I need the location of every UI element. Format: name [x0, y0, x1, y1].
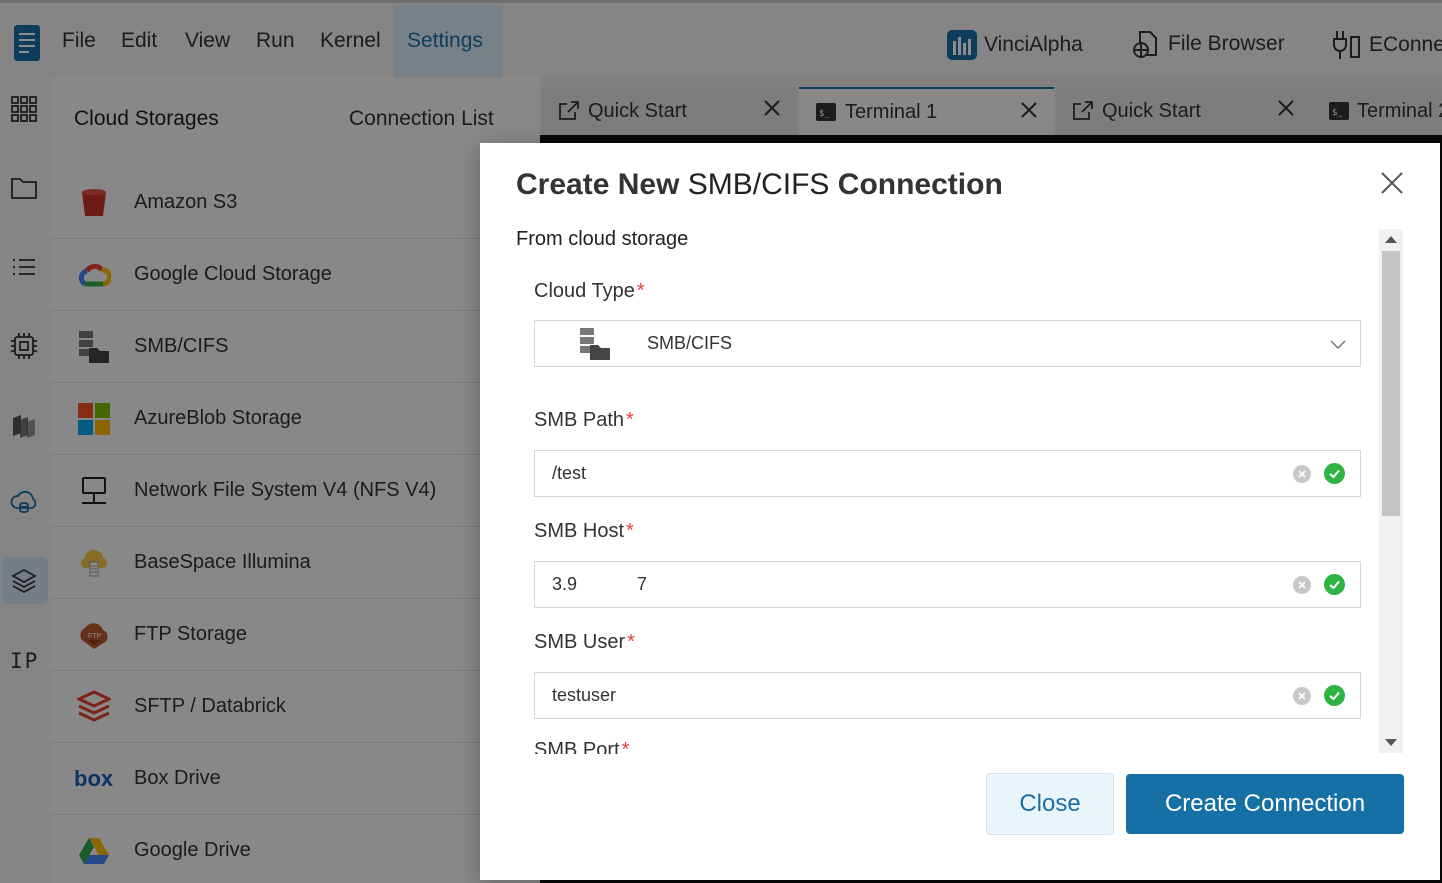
- dialog-title: Create New SMB/CIFS Connection: [516, 168, 1003, 201]
- clear-icon[interactable]: [1293, 687, 1311, 705]
- smb-port-label-clip: SMB Port *: [534, 740, 629, 754]
- smb-user-value: testuser: [552, 685, 617, 705]
- smb-user-label: SMB User *: [534, 631, 635, 653]
- scroll-up-arrow-icon[interactable]: [1385, 236, 1397, 243]
- menubar: File Edit View Run Kernel Settings Vinci…: [0, 0, 1442, 77]
- smb-user-input[interactable]: testuser: [534, 672, 1361, 719]
- valid-check-icon: [1324, 463, 1345, 484]
- smb-host-value: 3.9 7: [552, 574, 648, 594]
- close-button[interactable]: Close: [986, 773, 1114, 835]
- smb-host-label: SMB Host *: [534, 520, 634, 542]
- smb-path-label: SMB Path *: [534, 409, 634, 431]
- menubar-dim-overlay: [0, 3, 1442, 77]
- cloud-type-value: SMB/CIFS: [647, 333, 733, 353]
- cloud-type-label: Cloud Type *: [534, 280, 645, 302]
- smb-host-input[interactable]: 3.9 7: [534, 561, 1361, 608]
- chevron-down-icon: [1330, 340, 1346, 350]
- valid-check-icon: [1324, 685, 1345, 706]
- create-connection-button[interactable]: Create Connection: [1126, 774, 1404, 834]
- cloud-type-select[interactable]: SMB/CIFS: [534, 320, 1361, 367]
- scroll-down-arrow-icon[interactable]: [1385, 739, 1397, 746]
- create-connection-dialog: Create New SMB/CIFS Connection From clou…: [480, 143, 1440, 880]
- clear-icon[interactable]: [1293, 576, 1311, 594]
- clear-icon[interactable]: [1293, 465, 1311, 483]
- scrollbar-thumb[interactable]: [1382, 251, 1400, 516]
- section-label: From cloud storage: [516, 228, 689, 250]
- smb-path-value: /test: [552, 463, 587, 483]
- close-icon[interactable]: [1380, 171, 1404, 195]
- dialog-scrollbar[interactable]: [1379, 229, 1403, 753]
- smb-server-icon: [580, 327, 610, 360]
- smb-port-label: SMB Port *: [534, 740, 630, 754]
- smb-path-input[interactable]: /test: [534, 450, 1361, 497]
- valid-check-icon: [1324, 574, 1345, 595]
